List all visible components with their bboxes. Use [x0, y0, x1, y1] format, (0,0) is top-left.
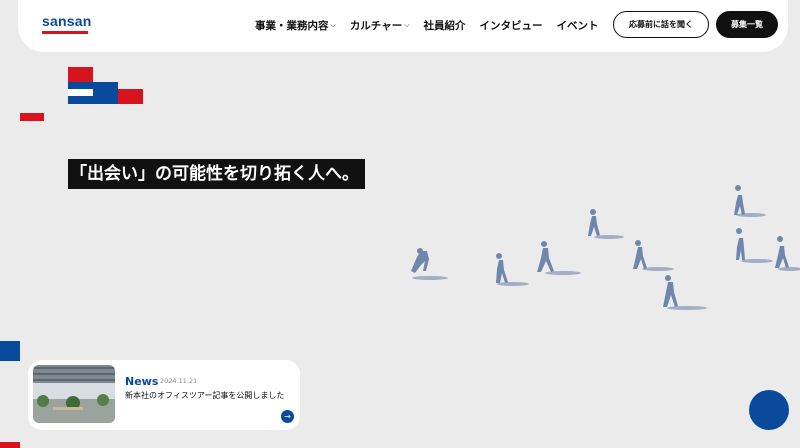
consult-button[interactable]: 応募前に話を聞く [613, 11, 709, 38]
news-title: News [125, 375, 159, 388]
hero-headline: 「出会い」の可能性を切り拓く人へ。 [68, 159, 365, 189]
deco-block-blue [0, 341, 20, 361]
nav-item-members[interactable]: 社員紹介 [424, 18, 466, 33]
site-header: sansan 事業・業務内容 ⌵ カルチャー ⌵ 社員紹介 インタビュー イベン… [18, 0, 788, 52]
nav-item-label: インタビュー [479, 20, 543, 32]
nav-item-business[interactable]: 事業・業務内容 ⌵ [255, 18, 336, 33]
walking-people-illustration [411, 185, 800, 310]
news-card[interactable]: News 2024.11.21 新本社のオフィスツアー記事を公開しました → [28, 360, 300, 430]
job-list-button[interactable]: 募集一覧 [716, 11, 778, 38]
news-thumbnail-image[interactable] [33, 365, 115, 423]
main-nav: 事業・業務内容 ⌵ カルチャー ⌵ 社員紹介 インタビュー イベント [255, 18, 613, 33]
nav-item-label: イベント [556, 20, 599, 32]
chevron-down-icon: ⌵ [404, 21, 410, 29]
nav-item-event[interactable]: イベント [557, 18, 599, 33]
sansan-logo[interactable]: sansan [42, 13, 92, 34]
arrow-right-icon[interactable]: → [281, 410, 294, 423]
nav-item-culture[interactable]: カルチャー ⌵ [350, 18, 410, 33]
deco-bar-red [20, 113, 44, 121]
nav-item-label: 社員紹介 [423, 20, 466, 32]
news-date: 2024.11.21 [160, 377, 198, 385]
nav-item-label: 事業・業務内容 [255, 20, 329, 32]
news-body[interactable]: 新本社のオフィスツアー記事を公開しました [125, 389, 285, 402]
deco-block-white [68, 89, 93, 96]
logo-text: sansan [42, 13, 92, 29]
deco-block-red [118, 89, 143, 104]
nav-item-label: カルチャー [349, 20, 403, 32]
nav-item-interview[interactable]: インタビュー [480, 18, 543, 33]
deco-block-red [0, 442, 20, 448]
logo-underline [42, 31, 88, 34]
office-photo [33, 365, 115, 423]
floating-circle-button[interactable] [749, 390, 789, 430]
chevron-down-icon: ⌵ [330, 21, 336, 29]
